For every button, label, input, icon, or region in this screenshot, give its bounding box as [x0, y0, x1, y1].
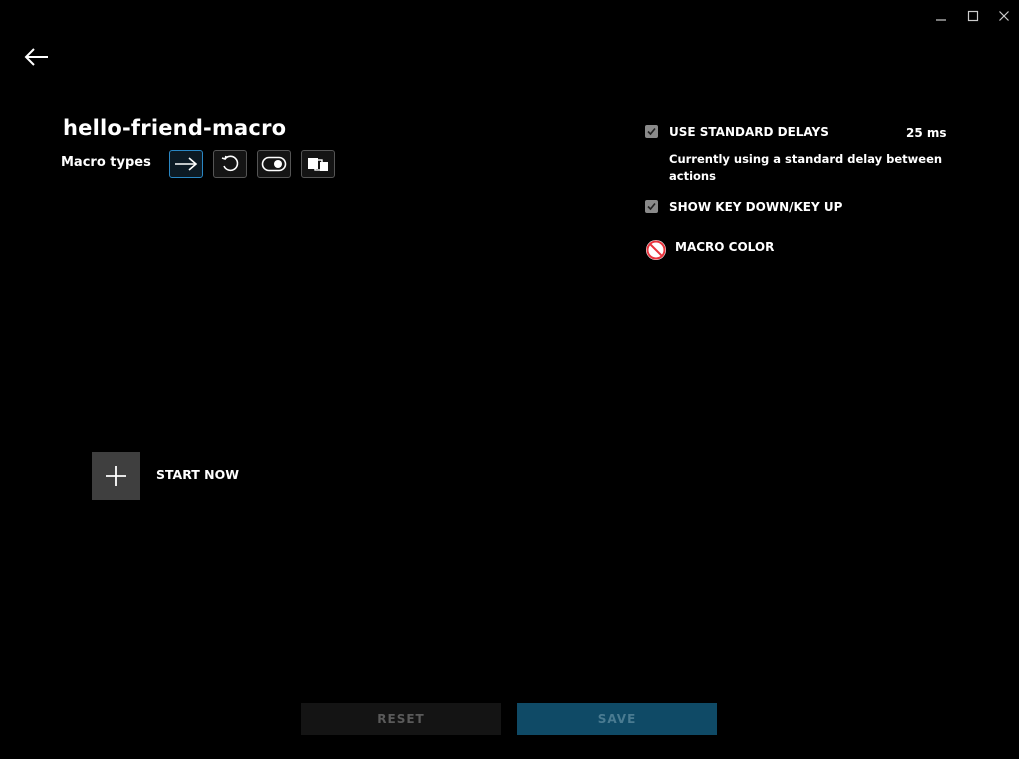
- back-arrow-icon: [24, 48, 48, 66]
- macro-types-label: Macro types: [61, 155, 151, 170]
- minimize-icon[interactable]: [931, 6, 951, 26]
- maximize-icon[interactable]: [963, 6, 983, 26]
- standard-delays-checkbox[interactable]: [645, 125, 658, 138]
- macro-type-toggle-button[interactable]: [257, 150, 291, 178]
- macro-type-sequence-button[interactable]: [301, 150, 335, 178]
- macro-type-no-repeat-button[interactable]: [169, 150, 203, 178]
- macro-type-repeat-button[interactable]: [213, 150, 247, 178]
- start-now-button[interactable]: [92, 452, 140, 500]
- toggle-icon: [261, 156, 287, 172]
- reset-button[interactable]: RESET: [301, 703, 501, 735]
- arrow-right-icon: [175, 157, 198, 171]
- macro-color-label: MACRO COLOR: [675, 240, 775, 254]
- key-down-up-label: SHOW KEY DOWN/KEY UP: [669, 200, 843, 214]
- start-now-label[interactable]: START NOW: [156, 467, 239, 482]
- plus-icon: [106, 466, 126, 486]
- standard-delay-description: Currently using a standard delay between…: [669, 152, 943, 183]
- repeat-icon: [221, 155, 239, 172]
- back-button[interactable]: [22, 44, 52, 70]
- macro-color-swatch[interactable]: [645, 239, 667, 261]
- standard-delays-label: USE STANDARD DELAYS: [669, 125, 829, 139]
- save-button[interactable]: SAVE: [517, 703, 717, 735]
- no-color-icon: [646, 240, 666, 260]
- checkmark-icon: [647, 127, 656, 136]
- standard-delay-value[interactable]: 25 ms: [906, 126, 947, 140]
- key-down-up-checkbox[interactable]: [645, 200, 658, 213]
- close-icon[interactable]: [994, 6, 1014, 26]
- checkmark-icon: [647, 202, 656, 211]
- macro-name[interactable]: hello-friend-macro: [63, 116, 286, 140]
- sequence-icon: [308, 158, 328, 171]
